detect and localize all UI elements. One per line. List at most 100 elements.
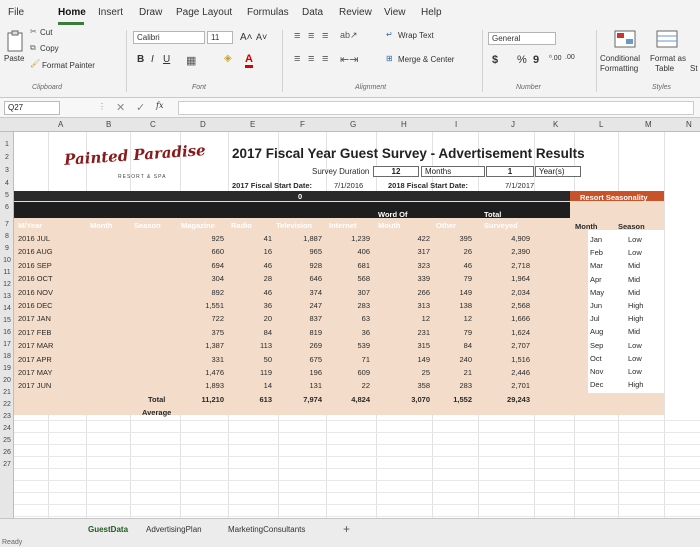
copy-icon[interactable]: ⧉ xyxy=(30,43,36,53)
col-header-g[interactable]: G xyxy=(350,120,356,129)
row-radio[interactable]: 41 xyxy=(230,234,272,243)
fiscal-2018-value[interactable]: 7/1/2017 xyxy=(505,181,534,190)
row-word-of-mouth[interactable]: 12 xyxy=(386,314,430,323)
menu-help[interactable]: Help xyxy=(421,7,442,18)
col-header-d[interactable]: D xyxy=(200,120,206,129)
row-header-23[interactable]: 23 xyxy=(0,413,14,420)
sheet-tab-advertisingplan[interactable]: AdvertisingPlan xyxy=(146,525,202,534)
col-header-m[interactable]: M xyxy=(645,120,652,129)
col-header-h[interactable]: H xyxy=(401,120,407,129)
row-radio[interactable]: 20 xyxy=(230,314,272,323)
seasonality-month[interactable]: Mar xyxy=(590,261,603,270)
row-total[interactable]: 1,516 xyxy=(482,355,530,364)
row-radio[interactable]: 113 xyxy=(230,341,272,350)
row-total[interactable]: 2,446 xyxy=(482,368,530,377)
seasonality-month[interactable]: Jan xyxy=(590,235,602,244)
seasonality-month[interactable]: Sep xyxy=(590,341,603,350)
total-radio[interactable]: 613 xyxy=(230,395,272,404)
menu-review[interactable]: Review xyxy=(339,7,372,18)
total-other[interactable]: 1,552 xyxy=(428,395,472,404)
number-format-select[interactable]: General xyxy=(488,32,556,45)
row-header-4[interactable]: 4 xyxy=(0,180,14,187)
row-television[interactable]: 819 xyxy=(278,328,322,337)
row-other[interactable]: 79 xyxy=(428,328,472,337)
col-header-b[interactable]: B xyxy=(106,120,111,129)
seasonality-season[interactable]: Mid xyxy=(628,275,640,284)
seasonality-month[interactable]: Jul xyxy=(590,314,600,323)
row-radio[interactable]: 84 xyxy=(230,328,272,337)
row-television[interactable]: 247 xyxy=(278,301,322,310)
row-word-of-mouth[interactable]: 149 xyxy=(386,355,430,364)
row-header-17[interactable]: 17 xyxy=(0,341,14,348)
seasonality-month[interactable]: Jun xyxy=(590,301,602,310)
row-internet[interactable]: 539 xyxy=(326,341,370,350)
seasonality-season[interactable]: High xyxy=(628,314,643,323)
menu-formulas[interactable]: Formulas xyxy=(247,7,289,18)
seasonality-season[interactable]: Mid xyxy=(628,327,640,336)
row-total[interactable]: 1,964 xyxy=(482,274,530,283)
bold-button[interactable]: B xyxy=(137,54,144,65)
enter-icon[interactable]: ✓ xyxy=(136,101,145,114)
seasonality-month[interactable]: Apr xyxy=(590,275,602,284)
row-header-24[interactable]: 24 xyxy=(0,425,14,432)
total-magazine[interactable]: 11,210 xyxy=(180,395,224,404)
col-header-f[interactable]: F xyxy=(300,120,305,129)
row-other[interactable]: 79 xyxy=(428,274,472,283)
menu-data[interactable]: Data xyxy=(302,7,323,18)
row-magazine[interactable]: 1,893 xyxy=(180,381,224,390)
formatting-label[interactable]: Formatting xyxy=(600,64,638,73)
row-internet[interactable]: 1,239 xyxy=(326,234,370,243)
row-word-of-mouth[interactable]: 25 xyxy=(386,368,430,377)
row-magazine[interactable]: 1,387 xyxy=(180,341,224,350)
row-television[interactable]: 965 xyxy=(278,247,322,256)
row-total[interactable]: 2,568 xyxy=(482,301,530,310)
row-television[interactable]: 1,887 xyxy=(278,234,322,243)
seasonality-season[interactable]: Mid xyxy=(628,261,640,270)
row-header-7[interactable]: 7 xyxy=(0,221,14,228)
row-other[interactable]: 84 xyxy=(428,341,472,350)
row-header-19[interactable]: 19 xyxy=(0,365,14,372)
row-total[interactable]: 4,909 xyxy=(482,234,530,243)
total-word-of-mouth[interactable]: 3,070 xyxy=(386,395,430,404)
format-painter-button[interactable]: Format Painter xyxy=(42,61,95,70)
row-television[interactable]: 196 xyxy=(278,368,322,377)
zero-cell[interactable]: 0 xyxy=(298,192,302,201)
row-month-year[interactable]: 2016 SEP xyxy=(18,261,78,270)
row-internet[interactable]: 36 xyxy=(326,328,370,337)
row-other[interactable]: 138 xyxy=(428,301,472,310)
row-magazine[interactable]: 1,476 xyxy=(180,368,224,377)
row-internet[interactable]: 609 xyxy=(326,368,370,377)
row-radio[interactable]: 16 xyxy=(230,247,272,256)
col-header-j[interactable]: J xyxy=(511,120,515,129)
row-header-22[interactable]: 22 xyxy=(0,401,14,408)
name-box[interactable]: Q27 xyxy=(4,101,60,115)
sheet-tab-guestdata[interactable]: GuestData xyxy=(88,525,128,534)
merge-center-button[interactable]: Merge & Center xyxy=(398,55,454,64)
underline-button[interactable]: U xyxy=(163,54,170,65)
table-label[interactable]: Table xyxy=(655,64,674,73)
row-header-27[interactable]: 27 xyxy=(0,461,14,468)
decrease-decimal-button[interactable]: .00 xyxy=(565,54,575,61)
row-radio[interactable]: 46 xyxy=(230,261,272,270)
row-other[interactable]: 26 xyxy=(428,247,472,256)
seasonality-season[interactable]: Low xyxy=(628,354,642,363)
seasonality-season[interactable]: Low xyxy=(628,248,642,257)
borders-icon[interactable]: ▦ xyxy=(186,54,196,67)
row-word-of-mouth[interactable]: 231 xyxy=(386,328,430,337)
total-surveyed[interactable]: 29,243 xyxy=(482,395,530,404)
row-internet[interactable]: 22 xyxy=(326,381,370,390)
fill-color-icon[interactable]: ◈ xyxy=(224,53,232,64)
format-as-table-label[interactable]: Format as xyxy=(650,54,686,63)
row-month-year[interactable]: 2017 JUN xyxy=(18,381,78,390)
grow-font-button[interactable]: A˄ xyxy=(240,32,253,43)
total-television[interactable]: 7,974 xyxy=(278,395,322,404)
row-header-15[interactable]: 15 xyxy=(0,317,14,324)
wrap-text-button[interactable]: Wrap Text xyxy=(398,31,434,40)
italic-button[interactable]: I xyxy=(151,54,154,65)
seasonality-season[interactable]: Low xyxy=(628,367,642,376)
font-color-icon[interactable]: A xyxy=(245,53,253,68)
col-header-a[interactable]: A xyxy=(58,120,63,129)
row-magazine[interactable]: 722 xyxy=(180,314,224,323)
row-total[interactable]: 1,666 xyxy=(482,314,530,323)
row-header-2[interactable]: 2 xyxy=(0,154,14,161)
